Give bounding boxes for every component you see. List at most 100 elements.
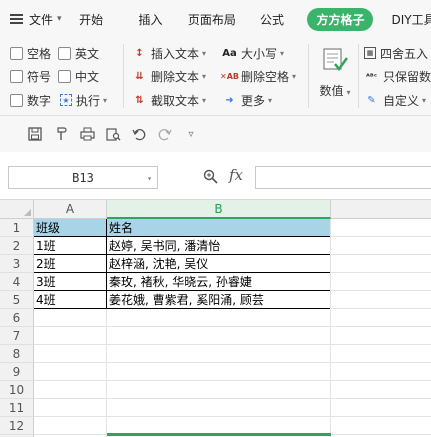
- column-header-b[interactable]: B: [107, 200, 331, 219]
- select-all-corner[interactable]: [0, 200, 34, 219]
- cell-b5[interactable]: 姜花娥, 曹紫君, 奚阳涌, 顾芸: [107, 291, 331, 309]
- cell-a1[interactable]: 班级: [34, 219, 107, 237]
- redo-icon[interactable]: [152, 123, 178, 145]
- cell-a4[interactable]: 3班: [34, 273, 107, 291]
- custom-button[interactable]: ✎ 自定义 ▾: [364, 91, 426, 109]
- save-icon[interactable]: [22, 123, 48, 145]
- cell-b4[interactable]: 秦玫, 褚秋, 华晓云, 孙睿婕: [107, 273, 331, 291]
- grid-line: [331, 236, 431, 237]
- case-icon: Aa: [222, 47, 237, 59]
- hamburger-icon: [10, 14, 23, 24]
- active-tab-label: 方方格子: [307, 7, 374, 31]
- extract-text-button[interactable]: ⇅ 截取文本 ▾: [132, 91, 206, 109]
- customize-toolbar-icon[interactable]: ▿: [178, 123, 204, 145]
- row-header[interactable]: 4: [0, 273, 34, 291]
- row-header[interactable]: 10: [0, 381, 34, 399]
- checkbox-chinese[interactable]: 中文: [58, 67, 99, 85]
- row-header[interactable]: 2: [0, 237, 34, 255]
- chevron-down-icon: ▾: [57, 14, 62, 24]
- ribbon-divider: [308, 44, 309, 108]
- file-menu[interactable]: 文件 ▾: [0, 0, 79, 38]
- tab-fangfang[interactable]: 方方格子: [307, 0, 391, 38]
- file-menu-label: 文件: [29, 12, 54, 27]
- delete-space-button[interactable]: ✕AB 删除空格 ▾: [220, 67, 296, 85]
- keep-number-icon: ᴬᴮᶜ: [365, 71, 378, 81]
- grid-line: [106, 309, 107, 437]
- row-header[interactable]: 11: [0, 399, 34, 417]
- grid-line: [34, 326, 431, 327]
- function-icon[interactable]: fx: [229, 166, 243, 184]
- undo-icon[interactable]: [126, 123, 152, 145]
- row-header[interactable]: 6: [0, 309, 34, 327]
- keep-number-button[interactable]: ᴬᴮᶜ 只保留数: [364, 67, 431, 85]
- tab-page-layout[interactable]: 页面布局: [188, 0, 260, 38]
- checkbox-box[interactable]: [10, 69, 23, 83]
- selection-indicator: [107, 433, 331, 436]
- grid-line: [34, 362, 431, 363]
- grid-line: [34, 398, 431, 399]
- format-painter-icon[interactable]: [48, 123, 74, 145]
- row-header[interactable]: 5: [0, 291, 34, 309]
- ribbon: 空格 英文 符号 中文 数字 ★ 执行 ▾ ↕ 插入文本 ▾ ⇊ 删除文本 ▾ ⇅ 截…: [0, 38, 431, 116]
- checkbox-box[interactable]: [58, 46, 71, 60]
- insert-text-button[interactable]: ↕ 插入文本 ▾: [132, 44, 206, 62]
- name-box[interactable]: B13 ▾: [8, 166, 158, 189]
- row-header[interactable]: 1: [0, 219, 34, 237]
- spreadsheet-grid: A B 1 2 3 4 5 6 7 8 9 10 11 12 13 班级 姓名 …: [0, 200, 431, 437]
- more-button[interactable]: ➜ 更多 ▾: [222, 91, 272, 109]
- column-header-c[interactable]: [331, 200, 431, 219]
- cell-b3[interactable]: 赵梓涵, 沈艳, 吴仪: [107, 255, 331, 273]
- cell-a5[interactable]: 4班: [34, 291, 107, 309]
- grid-line: [34, 416, 431, 417]
- arrow-right-icon: ➜: [225, 94, 234, 106]
- grid-line: [331, 272, 431, 273]
- column-header-a[interactable]: A: [34, 200, 107, 219]
- checkbox-box[interactable]: [58, 69, 71, 83]
- extract-text-icon: ⇅: [135, 94, 144, 106]
- cell-a3[interactable]: 2班: [34, 255, 107, 273]
- grid-line: [331, 254, 431, 255]
- checkbox-number[interactable]: 数字: [10, 91, 51, 109]
- grid-line: [34, 380, 431, 381]
- checkbox-english[interactable]: 英文: [58, 44, 99, 62]
- tab-formulas[interactable]: 公式: [260, 0, 307, 38]
- menu-bar: 文件 ▾ 开始 插入 页面布局 公式 方方格子 DIY工具: [0, 0, 431, 38]
- case-button[interactable]: Aa 大小写 ▾: [222, 44, 284, 62]
- print-preview-icon[interactable]: [100, 123, 126, 145]
- ribbon-divider: [123, 44, 124, 108]
- value-icon: [322, 46, 349, 74]
- tab-diy-tools[interactable]: DIY工具: [391, 0, 431, 38]
- row-header[interactable]: 8: [0, 345, 34, 363]
- delete-space-icon: ✕AB: [220, 71, 239, 81]
- cell-b1[interactable]: 姓名: [107, 219, 331, 237]
- row-header[interactable]: 3: [0, 255, 34, 273]
- checkbox-box[interactable]: [10, 46, 23, 60]
- execute-button[interactable]: ★ 执行 ▾: [60, 91, 107, 109]
- edit-icon: ✎: [367, 94, 376, 106]
- round-button[interactable]: ▦ 四舍五入: [364, 44, 428, 62]
- print-icon[interactable]: [74, 123, 100, 145]
- checkbox-box[interactable]: [10, 93, 23, 107]
- tab-home[interactable]: 开始: [79, 0, 138, 38]
- cell-b2[interactable]: 赵婷, 吴书同, 潘清怡: [107, 237, 331, 255]
- cell-a2[interactable]: 1班: [34, 237, 107, 255]
- value-button[interactable]: 数值 ▾: [315, 42, 355, 112]
- execute-icon: ★: [60, 94, 72, 106]
- row-header[interactable]: 12: [0, 417, 34, 435]
- delete-text-icon: ⇊: [135, 70, 144, 82]
- ribbon-divider: [358, 44, 359, 108]
- insert-text-icon: ↕: [135, 47, 144, 59]
- checkbox-space[interactable]: 空格: [10, 44, 51, 62]
- tab-insert[interactable]: 插入: [138, 0, 187, 38]
- grid-line: [34, 344, 431, 345]
- formula-input[interactable]: [255, 166, 431, 189]
- checkbox-symbol[interactable]: 符号: [10, 67, 51, 85]
- delete-text-button[interactable]: ⇊ 删除文本 ▾: [132, 67, 206, 85]
- round-icon: ▦: [364, 47, 376, 59]
- row-header[interactable]: 9: [0, 363, 34, 381]
- grid-line: [330, 219, 331, 437]
- formula-bar: B13 ▾ fx: [0, 152, 431, 200]
- chevron-down-icon[interactable]: ▾: [147, 174, 152, 183]
- zoom-icon[interactable]: [203, 169, 218, 188]
- row-header[interactable]: 7: [0, 327, 34, 345]
